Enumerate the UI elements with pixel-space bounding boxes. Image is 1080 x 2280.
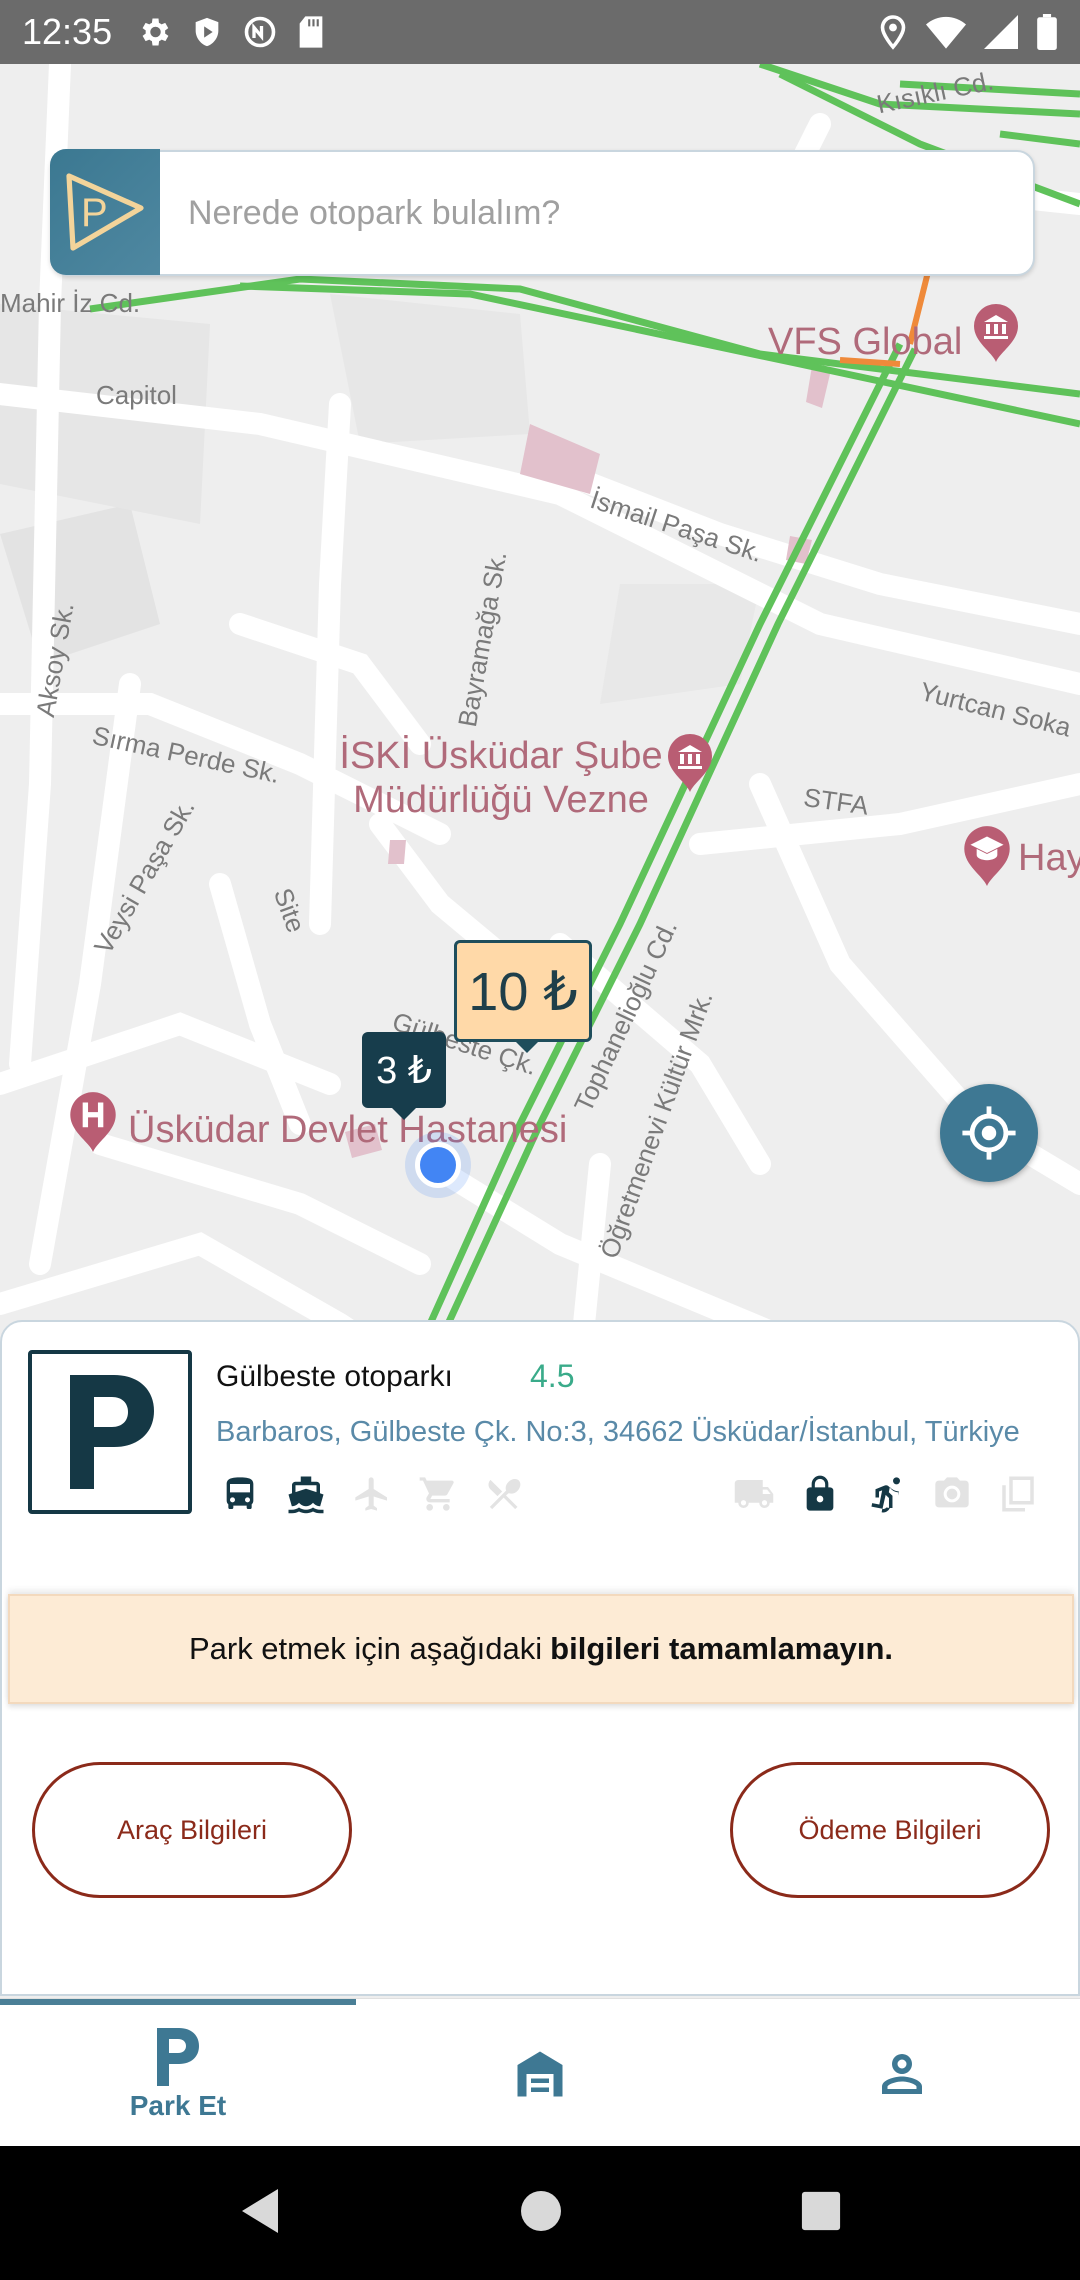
wifi-icon xyxy=(926,15,966,49)
home-button[interactable] xyxy=(519,2189,563,2238)
parking-price-marker[interactable]: 10 ₺ xyxy=(454,940,592,1053)
truck-icon xyxy=(730,1470,778,1518)
status-bar: 12:35 xyxy=(0,0,1080,64)
search-bar[interactable]: P xyxy=(50,149,1035,276)
parking-sign-icon xyxy=(28,1350,192,1514)
nav-garage-tab[interactable] xyxy=(440,2019,640,2129)
garage-icon xyxy=(517,2051,563,2097)
system-navigation-bar xyxy=(0,2146,1080,2280)
poi-iski-label: İSKİ Üsküdar Şube Müdürlüğü Vezne xyxy=(339,735,663,821)
parking-name: Gülbeste otoparkı xyxy=(216,1360,453,1393)
parking-p-icon xyxy=(157,2028,199,2086)
museum-icon[interactable] xyxy=(970,300,1022,367)
poi-vfs-label: VFS Global xyxy=(768,321,963,363)
app-logo: P xyxy=(50,149,160,275)
sd-card-icon xyxy=(296,15,326,49)
shield-play-icon xyxy=(190,14,224,50)
vpn-icon xyxy=(242,14,278,50)
notice-text: Park etmek için aşağıdaki xyxy=(188,1631,543,1666)
poi-hay-label: Hay xyxy=(1018,837,1080,879)
cart-icon xyxy=(414,1470,462,1518)
back-button[interactable] xyxy=(238,2187,282,2240)
active-tab-indicator xyxy=(0,1999,356,2005)
user-location-dot xyxy=(415,1142,461,1188)
my-location-button[interactable] xyxy=(940,1084,1038,1182)
school-icon[interactable] xyxy=(960,822,1014,891)
parking-logo-icon: P xyxy=(66,173,144,251)
parking-rating: 4.5 xyxy=(530,1358,575,1394)
parking-details-sheet: Gülbeste otoparkı 4.5 Barbaros, Gülbeste… xyxy=(0,1320,1080,1996)
vehicle-info-button[interactable]: Araç Bilgileri xyxy=(32,1762,352,1898)
recents-button[interactable] xyxy=(800,2190,842,2237)
home-circle-icon xyxy=(520,2190,561,2231)
airplane-icon xyxy=(348,1470,396,1518)
parking-price-marker[interactable]: 3 ₺ xyxy=(362,1032,446,1120)
crosshair-icon xyxy=(962,1106,1016,1160)
notice-bold-text: bilgileri tamamlamayın. xyxy=(550,1631,894,1666)
nav-park-label: Park Et xyxy=(129,2090,227,2121)
svg-text:P: P xyxy=(81,191,108,235)
signal-icon xyxy=(984,15,1018,49)
person-icon xyxy=(882,2054,922,2094)
amenities-row xyxy=(216,1470,1056,1520)
parking-address: Barbaros, Gülbeste Çk. No:3, 34662 Üsküd… xyxy=(216,1416,1020,1448)
battery-icon xyxy=(1036,14,1058,50)
settings-icon xyxy=(136,14,172,50)
nav-park-tab[interactable]: Park Et xyxy=(78,2019,278,2129)
ferry-icon xyxy=(282,1470,330,1518)
recents-square-icon xyxy=(801,2191,840,2230)
back-triangle-icon xyxy=(242,2188,279,2233)
copy-icon xyxy=(994,1470,1042,1518)
status-time: 12:35 xyxy=(22,11,113,52)
restaurant-icon xyxy=(480,1470,528,1518)
bus-icon xyxy=(216,1470,264,1518)
location-icon xyxy=(878,14,908,50)
street-label: Capitol xyxy=(96,380,177,410)
lock-icon xyxy=(796,1470,844,1518)
payment-info-button[interactable]: Ödeme Bilgileri xyxy=(730,1762,1050,1898)
camera-icon xyxy=(928,1470,976,1518)
street-label: Mahir İz Cd. xyxy=(0,288,141,318)
poi-hospital-label: Üsküdar Devlet Hastanesi xyxy=(128,1109,568,1151)
hospital-icon[interactable] xyxy=(66,1088,120,1157)
search-input[interactable] xyxy=(160,193,1033,233)
museum-icon[interactable] xyxy=(664,730,716,797)
nav-profile-tab[interactable] xyxy=(802,2019,1002,2129)
bottom-navigation: Park Et xyxy=(0,1998,1080,2146)
accessible-icon xyxy=(862,1470,910,1518)
info-notice: Park etmek için aşağıdaki bilgileri tama… xyxy=(8,1594,1074,1704)
